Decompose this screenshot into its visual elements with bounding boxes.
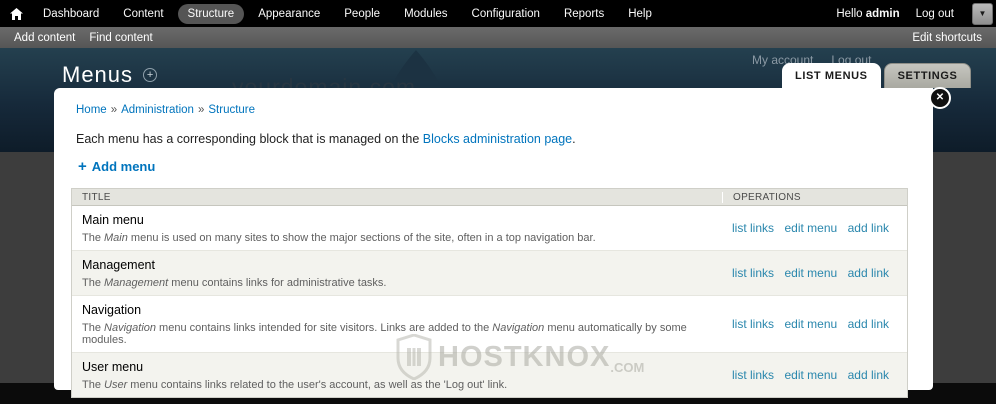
table-row: Management The Management menu contains l… xyxy=(72,251,907,296)
shortcut-find-content[interactable]: Find content xyxy=(89,32,152,44)
menu-description: The Management menu contains links for a… xyxy=(82,277,387,289)
logout-link[interactable]: Log out xyxy=(916,8,954,20)
add-menu-action[interactable]: + Add menu xyxy=(78,159,155,174)
toolbar-item-modules[interactable]: Modules xyxy=(394,4,457,24)
menu-operations: list links edit menu add link xyxy=(722,296,907,352)
intro-text: Each menu has a corresponding block that… xyxy=(76,132,576,146)
close-overlay-button[interactable]: ✕ xyxy=(929,87,951,109)
shortcuts-bar: Add content Find content Edit shortcuts xyxy=(0,27,996,48)
close-icon: ✕ xyxy=(935,92,945,103)
edit-menu-link[interactable]: edit menu xyxy=(784,368,837,382)
menu-row-main: User menu The User menu contains links re… xyxy=(72,353,722,397)
toolbar-item-appearance[interactable]: Appearance xyxy=(248,4,330,24)
tab-list-menus[interactable]: LIST MENUS xyxy=(782,63,881,88)
edit-menu-link[interactable]: edit menu xyxy=(784,266,837,280)
column-header-title: TITLE xyxy=(82,191,111,203)
table-row: User menu The User menu contains links re… xyxy=(72,353,907,397)
toolbar-toggle-button[interactable]: ▼ xyxy=(972,2,993,25)
toolbar-item-reports[interactable]: Reports xyxy=(554,4,614,24)
tab-settings[interactable]: SETTINGS xyxy=(883,63,972,88)
menu-title: Navigation xyxy=(82,303,142,317)
menu-description: The Navigation menu contains links inten… xyxy=(82,322,687,346)
edit-menu-link[interactable]: edit menu xyxy=(784,221,837,235)
menu-description: The User menu contains links related to … xyxy=(82,379,508,391)
admin-toolbar: Dashboard Content Structure Appearance Peopl… xyxy=(0,0,996,27)
menu-title: Management xyxy=(82,258,155,272)
toolbar-item-people[interactable]: People xyxy=(334,4,390,24)
toolbar-item-configuration[interactable]: Configuration xyxy=(462,4,550,24)
add-link-link[interactable]: add link xyxy=(848,317,889,331)
username: admin xyxy=(865,7,900,20)
add-link-link[interactable]: add link xyxy=(848,266,889,280)
toolbar-item-help[interactable]: Help xyxy=(618,4,662,24)
add-link-link[interactable]: add link xyxy=(848,221,889,235)
menu-operations: list links edit menu add link xyxy=(722,353,907,397)
toolbar-item-content[interactable]: Content xyxy=(113,4,173,24)
menu-row-main: Management The Management menu contains l… xyxy=(72,251,722,295)
edit-menu-link[interactable]: edit menu xyxy=(784,317,837,331)
menu-operations: list links edit menu add link xyxy=(722,251,907,295)
blocks-admin-page-link[interactable]: Blocks administration page xyxy=(423,132,572,146)
intro-after: . xyxy=(572,132,576,146)
overlay-panel: Home» Administration» Structure Each menu … xyxy=(54,88,933,398)
menu-title: User menu xyxy=(82,360,144,374)
edit-shortcuts-link[interactable]: Edit shortcuts xyxy=(912,32,982,44)
toolbar-item-structure[interactable]: Structure xyxy=(177,3,245,24)
menu-table-body: Main menu The Main menu is used on many s… xyxy=(72,206,907,397)
table-header-row: TITLE OPERATIONS xyxy=(72,189,907,206)
list-links-link[interactable]: list links xyxy=(732,221,774,235)
breadcrumb-link-home[interactable]: Home xyxy=(76,104,107,116)
intro-before: Each menu has a corresponding block that… xyxy=(76,132,423,146)
menu-title: Main menu xyxy=(82,213,144,227)
menu-operations: list links edit menu add link xyxy=(722,206,907,250)
table-row: Navigation The Navigation menu contains l… xyxy=(72,296,907,353)
add-menu-link[interactable]: Add menu xyxy=(92,159,156,174)
breadcrumb: Home» Administration» Structure xyxy=(76,104,255,116)
menu-row-main: Main menu The Main menu is used on many s… xyxy=(72,206,722,250)
breadcrumb-separator: » xyxy=(197,104,205,116)
list-links-link[interactable]: list links xyxy=(732,317,774,331)
table-row: Main menu The Main menu is used on many s… xyxy=(72,206,907,251)
plus-icon: + xyxy=(78,158,87,175)
toolbar-right: Hello admin Log out ▼ xyxy=(836,2,996,25)
menu-row-main: Navigation The Navigation menu contains l… xyxy=(72,296,722,352)
menu-description: The Main menu is used on many sites to s… xyxy=(82,232,596,244)
breadcrumb-link-structure[interactable]: Structure xyxy=(208,104,255,116)
overlay-tabs: LIST MENUS SETTINGS xyxy=(782,63,974,88)
greeting-text: Hello admin xyxy=(836,7,900,20)
shortcut-add-content[interactable]: Add content xyxy=(14,32,75,44)
page-title: Menus xyxy=(62,62,134,87)
list-links-link[interactable]: list links xyxy=(732,368,774,382)
column-header-operations: OPERATIONS xyxy=(722,191,907,203)
toolbar-item-dashboard[interactable]: Dashboard xyxy=(33,4,109,24)
home-icon[interactable] xyxy=(10,7,23,20)
breadcrumb-separator: » xyxy=(110,104,118,116)
add-link-link[interactable]: add link xyxy=(848,368,889,382)
list-links-link[interactable]: list links xyxy=(732,266,774,280)
add-circle-icon[interactable]: + xyxy=(143,68,158,82)
breadcrumb-link-administration[interactable]: Administration xyxy=(121,104,194,116)
toolbar-menu: Dashboard Content Structure Appearance Peopl… xyxy=(31,3,664,24)
menus-table: TITLE OPERATIONS Main menu The Main menu … xyxy=(71,188,908,398)
chevron-down-icon: ▼ xyxy=(978,8,987,18)
